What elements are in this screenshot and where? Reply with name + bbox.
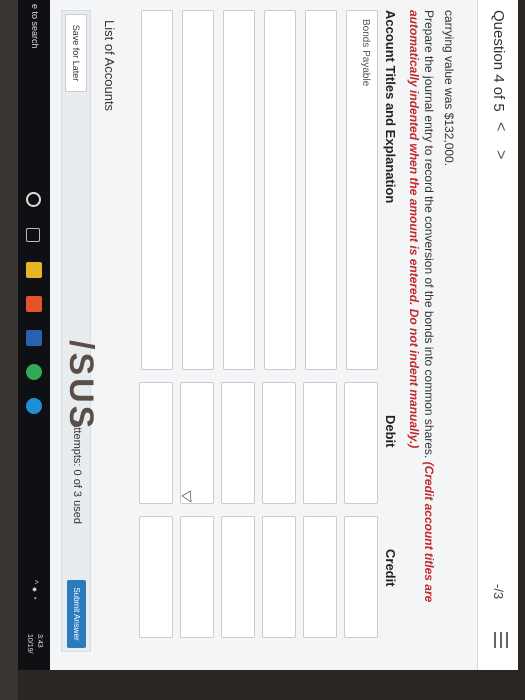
next-question-icon[interactable]: > xyxy=(491,150,509,159)
store-icon[interactable] xyxy=(26,296,42,312)
instruction-text: Prepare the journal entry to record the … xyxy=(406,10,436,650)
table-row xyxy=(303,10,337,650)
question-label: Question 4 of 5 xyxy=(490,10,507,112)
credit-field[interactable] xyxy=(303,516,337,638)
clock-time: 3:43 xyxy=(36,634,43,648)
prev-question-icon[interactable]: < xyxy=(491,122,509,131)
list-of-accounts-button[interactable]: List of Accounts xyxy=(97,10,123,440)
task-view-icon[interactable] xyxy=(26,228,40,242)
account-field[interactable] xyxy=(182,10,214,370)
account-field[interactable] xyxy=(223,10,255,370)
debit-field[interactable] xyxy=(344,382,378,504)
submit-answer-button[interactable]: Submit Answer xyxy=(67,580,86,648)
laptop-bezel xyxy=(0,0,18,700)
account-field[interactable] xyxy=(305,10,337,370)
table-row xyxy=(262,10,296,650)
account-field[interactable] xyxy=(141,10,173,370)
column-header-credit: Credit xyxy=(383,549,398,587)
top-bar: Question 4 of 5 < > -/3 xyxy=(477,0,518,670)
debit-field[interactable] xyxy=(180,382,214,504)
attempts-text: Attempts: 0 of 3 used xyxy=(71,420,83,524)
debit-field[interactable] xyxy=(303,382,337,504)
column-header-debit: Debit xyxy=(383,415,398,448)
credit-field[interactable] xyxy=(262,516,296,638)
credit-field[interactable] xyxy=(180,516,214,638)
debit-field[interactable] xyxy=(262,382,296,504)
word-icon[interactable] xyxy=(26,330,42,346)
file-explorer-icon[interactable] xyxy=(26,262,42,278)
table-row xyxy=(221,10,255,650)
table-row xyxy=(180,10,214,650)
screen: Question 4 of 5 < > -/3 carrying value w… xyxy=(18,0,518,670)
context-text: carrying value was $132,000. xyxy=(442,10,456,167)
laptop-brand-logo: /SUS xyxy=(62,340,100,432)
menu-icon[interactable] xyxy=(494,632,508,648)
cortana-icon[interactable] xyxy=(26,192,41,207)
taskbar: e to search ^ ● ◔ 3:43 10/19/ xyxy=(18,0,50,670)
credit-field[interactable] xyxy=(344,516,378,638)
table-row xyxy=(139,10,173,650)
column-header-account: Account Titles and Explanation xyxy=(383,10,398,204)
debit-field[interactable] xyxy=(139,382,173,504)
debit-field[interactable] xyxy=(221,382,255,504)
credit-field[interactable] xyxy=(221,516,255,638)
action-strip xyxy=(61,10,91,652)
chrome-icon[interactable] xyxy=(26,364,42,380)
save-for-later-button[interactable]: Save for Later xyxy=(65,14,87,92)
clock[interactable]: 3:43 10/19/ xyxy=(24,634,44,653)
table-row: Bonds Payable xyxy=(344,10,378,650)
score: -/3 xyxy=(491,584,506,600)
edge-icon[interactable] xyxy=(26,398,42,414)
instruction: Prepare the journal entry to record the … xyxy=(422,10,436,459)
system-tray-icons[interactable]: ^ ● ◔ xyxy=(30,580,40,600)
credit-field[interactable] xyxy=(139,516,173,638)
account-field[interactable]: Bonds Payable xyxy=(346,10,378,370)
account-field[interactable] xyxy=(264,10,296,370)
clock-date: 10/19/ xyxy=(26,634,33,654)
taskbar-search[interactable]: e to search xyxy=(30,4,40,49)
